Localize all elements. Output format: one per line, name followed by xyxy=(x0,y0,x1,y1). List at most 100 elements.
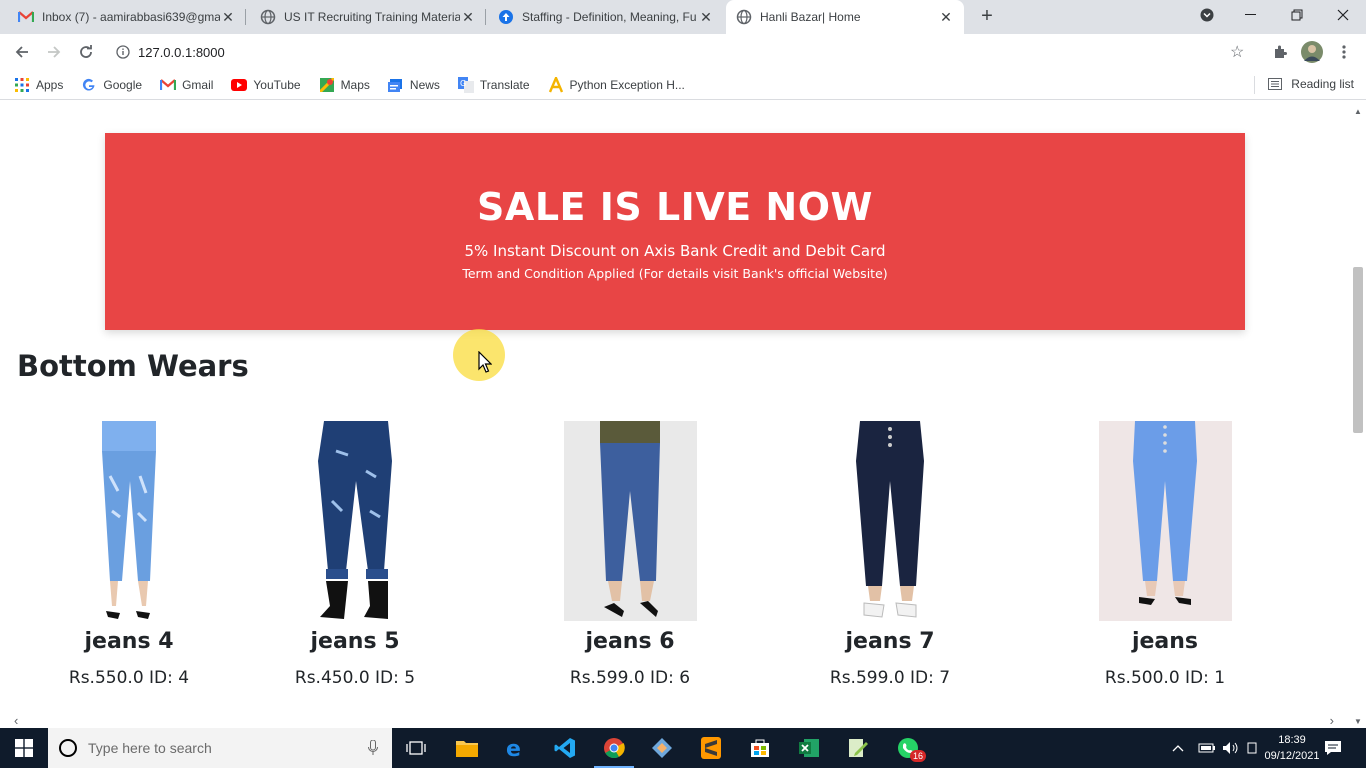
banner-title: SALE IS LIVE NOW xyxy=(477,185,873,229)
product-image[interactable] xyxy=(830,421,950,621)
product-card[interactable]: jeans 4 Rs.550.0 ID: 4 xyxy=(9,421,249,688)
scroll-left-icon[interactable]: ‹ xyxy=(14,713,18,728)
youtube-icon xyxy=(231,77,248,93)
product-image[interactable] xyxy=(90,421,168,621)
volume-icon[interactable] xyxy=(1222,728,1240,768)
amazon-a-icon xyxy=(548,76,564,93)
product-card[interactable]: jeans 5 Rs.450.0 ID: 5 xyxy=(235,421,475,688)
svg-text:e: e xyxy=(506,737,521,759)
windows-start-button[interactable] xyxy=(0,728,48,768)
close-icon[interactable]: ✕ xyxy=(220,9,236,26)
product-image[interactable] xyxy=(1098,421,1232,621)
tab-staffing[interactable]: Staffing - Definition, Meaning, Fu ✕ xyxy=(488,0,724,34)
gmail-icon xyxy=(18,9,34,25)
section-title: Bottom Wears xyxy=(17,349,249,383)
tab-hanli-bazar[interactable]: Hanli Bazar| Home ✕ xyxy=(726,0,964,34)
bookmark-star-icon[interactable]: ☆ xyxy=(1230,42,1244,62)
bookmarks-bar: Apps Google Gmail YouTube Maps News G Tr… xyxy=(0,70,1366,100)
edge-icon[interactable]: e xyxy=(492,728,540,768)
close-window-button[interactable] xyxy=(1320,0,1366,30)
tools-icon[interactable] xyxy=(638,728,686,768)
file-explorer-icon[interactable] xyxy=(443,728,491,768)
whatsapp-icon[interactable]: 16 xyxy=(884,728,932,768)
product-card[interactable]: jeans 7 Rs.599.0 ID: 7 xyxy=(770,421,1010,688)
close-icon[interactable]: ✕ xyxy=(698,9,714,26)
scroll-up-icon[interactable]: ▲ xyxy=(1354,107,1362,116)
product-image[interactable] xyxy=(563,421,697,621)
profile-avatar[interactable] xyxy=(1300,40,1324,64)
bookmark-label: News xyxy=(409,77,440,92)
upload-icon xyxy=(498,9,514,25)
bookmark-label: Gmail xyxy=(182,77,214,92)
tray-chevron-icon[interactable] xyxy=(1172,728,1184,768)
language-icon[interactable] xyxy=(1246,728,1258,768)
product-name[interactable]: jeans 4 xyxy=(9,629,249,654)
bookmark-news[interactable]: News xyxy=(387,77,440,93)
address-bar[interactable]: 127.0.0.1:8000 xyxy=(108,38,1258,66)
globe-icon xyxy=(736,9,752,25)
bookmark-label: Apps xyxy=(36,77,64,92)
product-name[interactable]: jeans 5 xyxy=(235,629,475,654)
notepad-icon[interactable] xyxy=(834,728,882,768)
product-price: Rs.500.0 ID: 1 xyxy=(1104,668,1226,688)
action-center-icon[interactable] xyxy=(1324,728,1342,768)
product-card[interactable]: jeans Rs.500.0 ID: 1 xyxy=(1045,421,1285,688)
minimize-button[interactable] xyxy=(1228,0,1274,30)
task-view-icon[interactable] xyxy=(392,728,440,768)
apps-grid-icon xyxy=(14,77,30,93)
new-tab-button[interactable]: + xyxy=(976,6,998,28)
product-name[interactable]: jeans 6 xyxy=(510,629,750,654)
reload-button[interactable] xyxy=(74,40,98,64)
back-button[interactable] xyxy=(10,40,34,64)
menu-kebab-icon[interactable] xyxy=(1332,40,1356,64)
horizontal-scrollbar[interactable]: ‹ › xyxy=(0,713,1350,728)
reading-list-label: Reading list xyxy=(1291,77,1354,91)
tab-label: Staffing - Definition, Meaning, Fu xyxy=(522,10,697,24)
product-price: Rs.550.0 ID: 4 xyxy=(68,668,190,688)
restore-button[interactable] xyxy=(1274,0,1320,30)
taskbar-search-box[interactable]: Type here to search xyxy=(48,728,392,768)
vscode-icon[interactable] xyxy=(541,728,589,768)
product-name[interactable]: jeans xyxy=(1045,629,1285,654)
tab-recruiting[interactable]: US IT Recruiting Training Materia ✕ xyxy=(250,0,486,34)
system-clock[interactable]: 18:39 09/12/2021 xyxy=(1262,732,1322,764)
bookmark-translate[interactable]: G Translate xyxy=(457,76,530,93)
clock-time: 18:39 xyxy=(1278,734,1306,746)
chrome-taskbar-icon[interactable] xyxy=(590,728,638,768)
product-name[interactable]: jeans 7 xyxy=(770,629,1010,654)
bookmark-google[interactable]: Google xyxy=(81,77,142,93)
reading-list-button[interactable]: Reading list xyxy=(1267,76,1354,92)
url-text[interactable]: 127.0.0.1:8000 xyxy=(138,45,225,60)
bookmark-youtube[interactable]: YouTube xyxy=(231,77,301,93)
microsoft-store-icon[interactable] xyxy=(736,728,784,768)
close-icon[interactable]: ✕ xyxy=(938,9,954,26)
forward-button[interactable] xyxy=(42,40,66,64)
extensions-icon[interactable] xyxy=(1268,40,1292,64)
product-price: Rs.599.0 ID: 6 xyxy=(569,668,691,688)
bookmark-label: YouTube xyxy=(253,77,301,92)
microphone-icon[interactable] xyxy=(368,739,378,761)
scroll-right-icon[interactable]: › xyxy=(1330,713,1334,728)
scrollbar-thumb[interactable] xyxy=(1353,267,1363,433)
excel-icon[interactable] xyxy=(785,728,833,768)
bookmark-gmail[interactable]: Gmail xyxy=(160,77,213,93)
info-icon[interactable] xyxy=(108,45,138,59)
bookmark-maps[interactable]: Maps xyxy=(319,77,370,93)
scroll-down-icon[interactable]: ▼ xyxy=(1354,717,1362,726)
close-icon[interactable]: ✕ xyxy=(460,9,476,26)
bookmark-apps[interactable]: Apps xyxy=(14,77,63,93)
battery-icon[interactable] xyxy=(1198,728,1216,768)
page-viewport: SALE IS LIVE NOW 5% Instant Discount on … xyxy=(0,101,1350,728)
tab-gmail-inbox[interactable]: Inbox (7) - aamirabbasi639@gma ✕ xyxy=(8,0,246,34)
product-price: Rs.450.0 ID: 5 xyxy=(294,668,416,688)
tab-search-button[interactable] xyxy=(1184,0,1230,30)
product-image[interactable] xyxy=(296,421,414,621)
product-card[interactable]: jeans 6 Rs.599.0 ID: 6 xyxy=(510,421,750,688)
sublime-text-icon[interactable] xyxy=(687,728,735,768)
banner-offer-text: 5% Instant Discount on Axis Bank Credit … xyxy=(464,242,886,260)
vertical-scrollbar[interactable]: ▲ ▼ xyxy=(1350,101,1366,728)
svg-text:G: G xyxy=(460,79,466,88)
clock-date: 09/12/2021 xyxy=(1264,750,1320,762)
bookmark-python-exception[interactable]: Python Exception H... xyxy=(548,76,685,93)
search-placeholder: Type here to search xyxy=(88,740,212,756)
